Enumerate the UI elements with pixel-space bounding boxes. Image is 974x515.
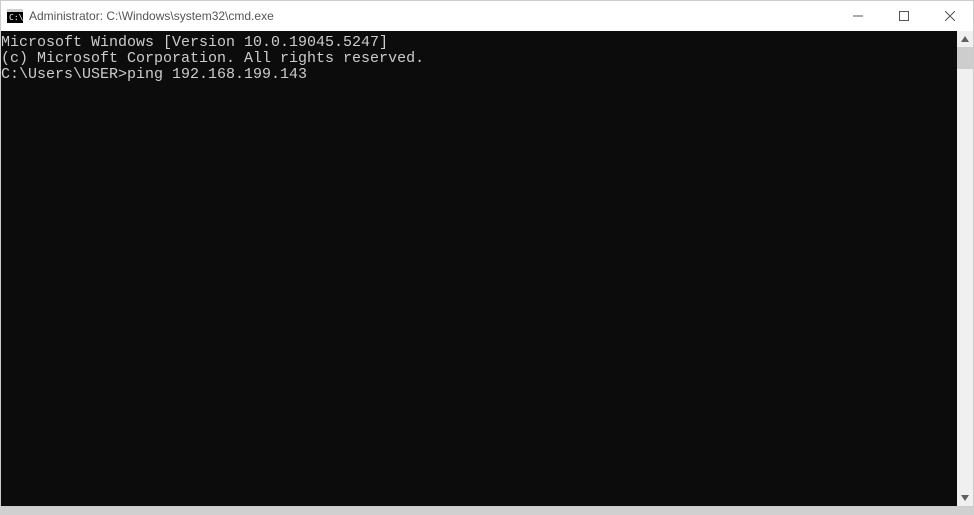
terminal-wrapper: Microsoft Windows [Version 10.0.19045.52… <box>1 31 973 506</box>
window-title: Administrator: C:\Windows\system32\cmd.e… <box>29 9 835 23</box>
terminal-output[interactable]: Microsoft Windows [Version 10.0.19045.52… <box>1 31 957 506</box>
minimize-button[interactable] <box>835 1 881 31</box>
scroll-down-arrow[interactable] <box>957 490 973 506</box>
titlebar[interactable]: C:\ Administrator: C:\Windows\system32\c… <box>1 1 973 31</box>
maximize-button[interactable] <box>881 1 927 31</box>
scroll-thumb[interactable] <box>957 47 973 69</box>
svg-text:C:\: C:\ <box>9 13 23 22</box>
scroll-track[interactable] <box>957 47 973 490</box>
cmd-window: C:\ Administrator: C:\Windows\system32\c… <box>0 0 974 507</box>
window-controls <box>835 1 973 31</box>
close-button[interactable] <box>927 1 973 31</box>
cmd-icon: C:\ <box>7 8 23 24</box>
output-line: (c) Microsoft Corporation. All rights re… <box>1 51 957 67</box>
prompt: C:\Users\USER> <box>1 67 127 83</box>
scroll-up-arrow[interactable] <box>957 31 973 47</box>
prompt-line: C:\Users\USER>ping 192.168.199.143 <box>1 67 957 83</box>
vertical-scrollbar[interactable] <box>957 31 973 506</box>
command-input[interactable]: ping 192.168.199.143 <box>127 67 307 83</box>
output-line: Microsoft Windows [Version 10.0.19045.52… <box>1 35 957 51</box>
